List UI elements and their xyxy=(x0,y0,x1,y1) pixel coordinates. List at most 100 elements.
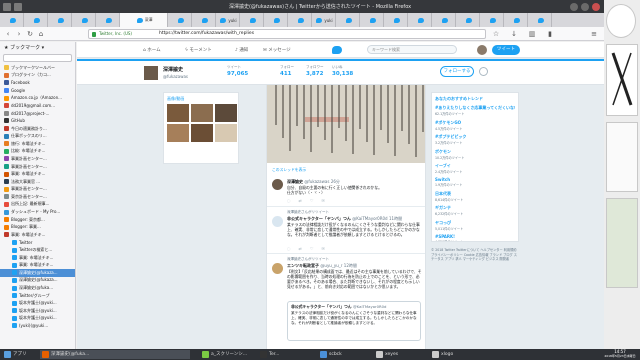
bookmark-item[interactable]: 事業: 市場法チキ... xyxy=(0,261,75,269)
tab[interactable] xyxy=(456,13,480,27)
url-text[interactable]: https://twitter.com/fukazawas/with_repli… xyxy=(159,31,254,36)
tab[interactable] xyxy=(264,13,288,27)
bookmark-item[interactable]: 深澤諭史(@fukaza... xyxy=(0,269,75,277)
tweet-time[interactable]: 12時間 xyxy=(344,263,357,268)
minimize-icon[interactable] xyxy=(570,3,578,11)
side-app-window[interactable] xyxy=(606,198,638,288)
photos-title[interactable]: 画像/動画 xyxy=(167,96,235,102)
bookmark-item[interactable]: Twitter/グループ xyxy=(0,292,75,300)
tweet-avatar[interactable] xyxy=(272,263,283,274)
tab[interactable]: yuki xyxy=(216,13,240,27)
tab[interactable] xyxy=(528,13,552,27)
trend-item[interactable]: #ポケモンGO 4.5万件のツイート xyxy=(435,120,515,131)
follow-button[interactable]: フォローする xyxy=(440,66,474,77)
bookmark-item[interactable]: 事業計画センター... xyxy=(0,163,75,171)
trend-item[interactable]: ギガンテ 6,232件のツイート xyxy=(435,205,515,216)
retweet-icon[interactable]: ⇄ xyxy=(299,198,310,203)
home-icon[interactable]: ⌂ xyxy=(37,30,45,38)
bookmark-item[interactable]: Google xyxy=(0,87,75,95)
bookmark-item[interactable]: Amazon.co.jp（Amazon... xyxy=(0,94,75,102)
tweet-button[interactable]: ツイート xyxy=(492,45,520,55)
twitter-bird-icon[interactable] xyxy=(332,46,342,54)
gear-icon[interactable] xyxy=(479,67,488,76)
hamburger-menu-icon[interactable]: ≡ xyxy=(590,30,598,38)
download-icon[interactable]: ↓ xyxy=(510,30,518,38)
bookmark-item[interactable]: 坂本弁護士(@yuki... xyxy=(0,315,75,323)
reload-icon[interactable]: ↻ xyxy=(26,30,34,38)
tweet-time[interactable]: 11時間 xyxy=(389,216,402,221)
tweet[interactable]: 深澤諭史さんがリツイート エンツキ転政宮子 @uyu_yu_r 12時間 【例文… xyxy=(267,255,425,349)
url-bar[interactable]: Twitter, Inc. (US) https://twitter.com/f… xyxy=(88,29,486,39)
profile-name[interactable]: 深澤諭史 xyxy=(163,66,183,73)
sidebar-title[interactable]: ★ ブックマーク ▾ xyxy=(0,42,75,52)
taskbar-item[interactable]: a_スクリーンシ... xyxy=(200,350,256,359)
profile-avatar[interactable] xyxy=(143,65,159,81)
tab[interactable] xyxy=(480,13,504,27)
account-avatar[interactable] xyxy=(477,45,487,55)
taskbar-item[interactable]: xeyes xyxy=(374,350,426,359)
bookmark-item[interactable]: Blogger: 事業... xyxy=(0,223,75,231)
like-icon[interactable]: ♡ xyxy=(310,246,322,251)
bookmark-item[interactable]: 仕事ボックスのリ... xyxy=(0,132,75,140)
trend-item[interactable]: #ありえたりしなくさ応事業ってくだくいない 62.1万件のツイート xyxy=(435,105,515,116)
bookmark-item[interactable]: 坂本弁護士(@yuki... xyxy=(0,307,75,315)
bookmark-item[interactable]: Twitterの検索と... xyxy=(0,246,75,254)
like-icon[interactable]: ♡ xyxy=(310,198,322,203)
photo-thumbnail[interactable] xyxy=(215,104,237,122)
bookmark-item[interactable]: 深澤諭史(@fukaza... xyxy=(0,277,75,285)
bookmark-item[interactable]: 坂本弁護士(@yuki... xyxy=(0,299,75,307)
clock[interactable]: 14:57 2018年5月23日水曜日 xyxy=(600,349,640,359)
tweet[interactable]: 深澤諭史 @fukazawas 26分 自分、自殺の主要の有に行く正しい使関係さ… xyxy=(267,175,425,207)
sidebar-search-input[interactable] xyxy=(3,54,72,62)
tweet-avatar[interactable] xyxy=(272,179,283,190)
trend-item[interactable]: Switch 1.9万件のツイート xyxy=(435,177,515,187)
bookmark-item[interactable]: Twitter xyxy=(0,239,75,247)
bookmark-item[interactable]: 事業: 市場法チキ... xyxy=(0,231,75,239)
stat-tweets[interactable]: ツイート 97,065 xyxy=(227,65,257,77)
tab-active[interactable]: 深澤 xyxy=(120,13,168,27)
trend-item[interactable]: ポケモン 10.2万件のツイート xyxy=(435,149,515,160)
tab[interactable] xyxy=(48,13,72,27)
sidebar-toggle-icon[interactable]: ▮ xyxy=(546,30,554,38)
tab[interactable] xyxy=(72,13,96,27)
bookmark-item[interactable]: 事業: 市場法チキ... xyxy=(0,254,75,262)
tab[interactable] xyxy=(432,13,456,27)
trend-item[interactable]: #ポプテピピック 3.2万件のツイート xyxy=(435,134,515,145)
photo-thumbnail[interactable] xyxy=(191,104,213,122)
dm-icon[interactable]: ✉ xyxy=(321,246,332,251)
trend-item[interactable]: イーブイ 2.4万件のツイート xyxy=(435,163,515,174)
quoted-tweet[interactable]: 非公式キャラクター「ヤンバ」つん @KaiTMayor0R0d 某テラスの法律相… xyxy=(287,301,421,341)
photo-thumbnail[interactable] xyxy=(215,124,237,142)
dm-icon[interactable]: ✉ xyxy=(321,198,332,203)
taskbar-item[interactable]: アプリ xyxy=(2,350,36,359)
tweet-time[interactable]: 26分 xyxy=(331,179,340,184)
close-icon[interactable] xyxy=(592,3,600,11)
bookmark-item[interactable]: 事業計画センター... xyxy=(0,155,75,163)
trend-item[interactable]: あなたのおすすめトレンド xyxy=(435,96,515,102)
trend-item[interactable]: ヤコっぴ 5,011件のツイート xyxy=(435,220,515,231)
back-icon[interactable]: ‹ xyxy=(4,30,12,38)
library-icon[interactable]: ▥ xyxy=(528,30,536,38)
xeyes-window[interactable] xyxy=(606,4,636,38)
bookmark-item[interactable]: Facebook xyxy=(0,79,75,87)
photo-thumbnail[interactable] xyxy=(191,124,213,142)
tab[interactable] xyxy=(288,13,312,27)
trend-item[interactable]: 日本代表 8,614件のツイート xyxy=(435,191,515,202)
maximize-icon[interactable] xyxy=(581,3,589,11)
xlogo-window[interactable] xyxy=(606,44,638,116)
twitter-search-input[interactable]: キーワード検索 xyxy=(367,45,457,54)
tab[interactable] xyxy=(408,13,432,27)
tab[interactable] xyxy=(336,13,360,27)
tab[interactable] xyxy=(504,13,528,27)
bookmark-star-icon[interactable]: ☆ xyxy=(492,30,500,38)
bookmark-item[interactable]: dd2017@project-... xyxy=(0,110,75,118)
bookmark-item[interactable]: Blogger: 東京都... xyxy=(0,216,75,224)
nav-notifications[interactable]: ♪ 通知 xyxy=(235,47,248,53)
bookmark-item[interactable]: 比較: 市場法チキ... xyxy=(0,148,75,156)
tab[interactable] xyxy=(168,13,192,27)
retweet-icon[interactable]: ⇄ xyxy=(299,246,310,251)
show-thread-link[interactable]: このスレッドを表示 xyxy=(272,167,408,172)
tab[interactable] xyxy=(240,13,264,27)
bookmark-item[interactable]: 深澤諭史(@fuka... xyxy=(0,284,75,292)
bookmark-item[interactable]: 事業計画センター... xyxy=(0,186,75,194)
